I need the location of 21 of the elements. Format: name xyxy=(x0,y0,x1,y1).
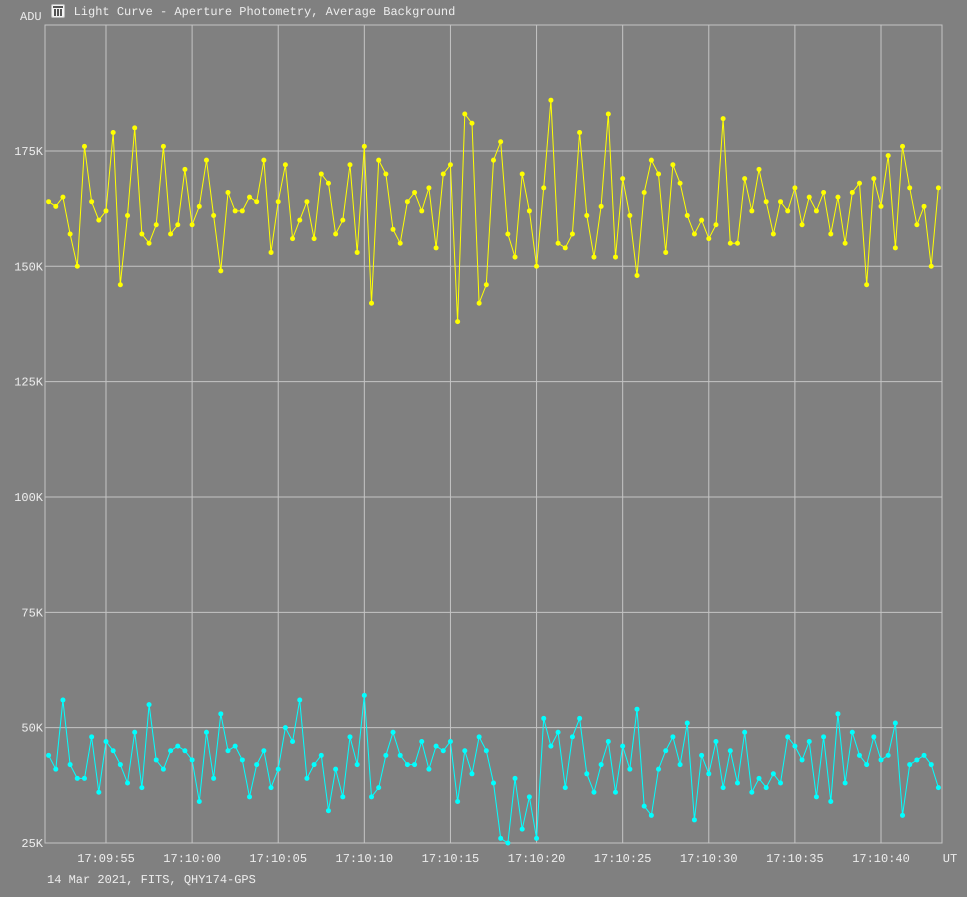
x-tick-label: 17:10:30 xyxy=(680,852,738,866)
y-tick-label: 75K xyxy=(21,606,43,620)
y-tick-label: 50K xyxy=(21,722,43,736)
x-tick-label: 17:10:40 xyxy=(852,852,910,866)
y-tick-label: 125K xyxy=(14,376,43,390)
x-tick-label: 17:10:15 xyxy=(422,852,480,866)
window-title: Light Curve - Aperture Photometry, Average Background xyxy=(74,5,456,19)
y-axis-label: ADU xyxy=(20,10,42,24)
x-tick-label: 17:10:20 xyxy=(508,852,566,866)
x-tick-label: 17:10:05 xyxy=(249,852,308,866)
x-tick-label: 17:09:55 xyxy=(77,852,135,866)
x-tick-label: 17:10:25 xyxy=(594,852,652,866)
x-tick-label: 17:10:10 xyxy=(336,852,394,866)
x-axis-label: UT xyxy=(942,852,958,866)
x-tick-label: 17:10:00 xyxy=(163,852,221,866)
y-tick-label: 25K xyxy=(21,837,43,851)
x-tick-label: 17:10:35 xyxy=(766,852,824,866)
y-tick-label: 175K xyxy=(14,144,43,159)
y-tick-label: 150K xyxy=(14,260,43,274)
y-tick-label: 100K xyxy=(14,490,43,505)
footer-text: 14 Mar 2021, FITS, QHY174-GPS xyxy=(47,873,256,887)
